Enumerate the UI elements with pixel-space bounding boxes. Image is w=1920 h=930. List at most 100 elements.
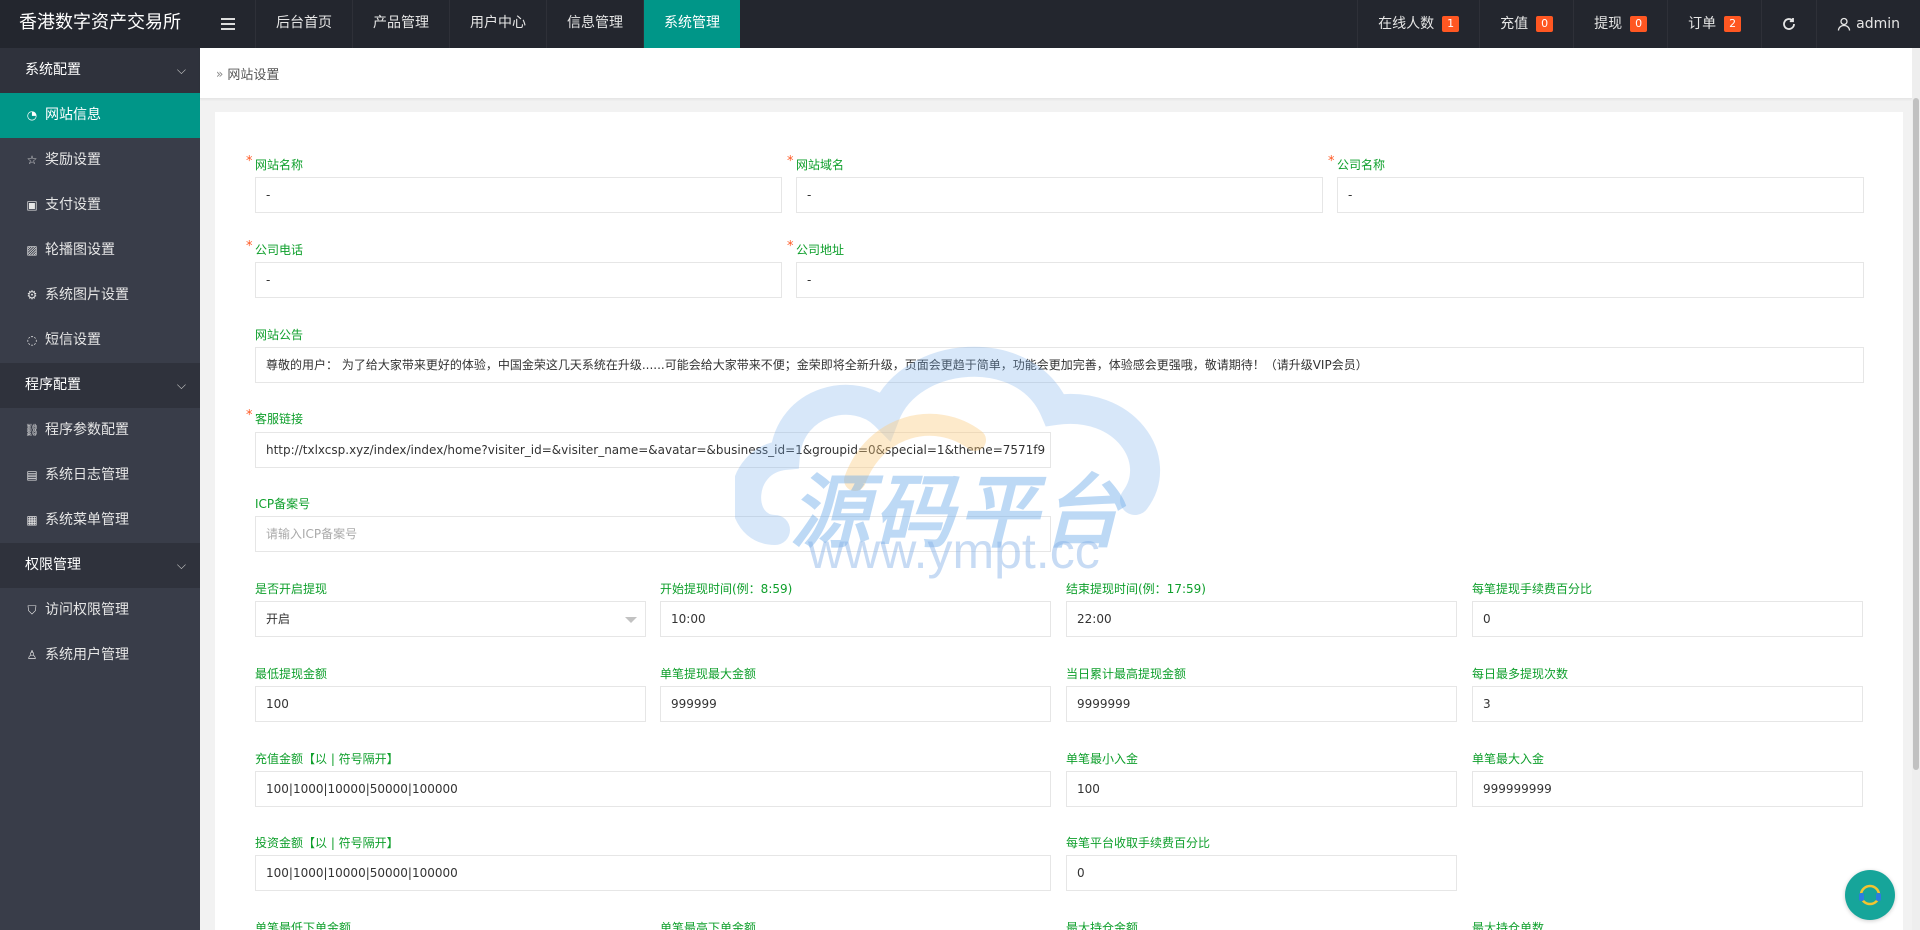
withdraw-enabled-label: 是否开启提现 xyxy=(255,582,328,596)
site-name-input[interactable]: - xyxy=(255,177,782,213)
menu-icon xyxy=(220,18,235,30)
sidebar-item-site-info[interactable]: ◔ 网站信息 xyxy=(0,93,200,138)
recharge-label: 充值 xyxy=(1500,16,1529,32)
nav-home[interactable]: 后台首页 xyxy=(255,0,352,48)
max-order-label: 单笔最高下单金额 xyxy=(660,921,757,930)
nav-products[interactable]: 产品管理 xyxy=(352,0,449,48)
refresh-icon xyxy=(1783,18,1796,30)
min-deposit-label: 单笔最小入金 xyxy=(1066,752,1139,766)
sidebar-item-system-users[interactable]: ♙ 系统用户管理 xyxy=(0,633,200,678)
sidebar-group-label: 程序配置 xyxy=(25,377,81,393)
orders-badge: 2 xyxy=(1724,16,1742,32)
sidebar-item-access-permission[interactable]: ⛉ 访问权限管理 xyxy=(0,588,200,633)
sidebar-item-label: 系统用户管理 xyxy=(45,647,129,663)
withdraw-label: 提现 xyxy=(1594,16,1623,32)
platform-fee-input[interactable]: 0 xyxy=(1066,855,1457,891)
max-withdraw-single-label: 单笔提现最大金额 xyxy=(660,667,757,681)
sidebar-item-sms[interactable]: ◌ 短信设置 xyxy=(0,318,200,363)
nav-system[interactable]: 系统管理 xyxy=(643,0,740,48)
min-deposit-input[interactable]: 100 xyxy=(1066,771,1457,807)
page-scrollbar[interactable] xyxy=(1912,48,1920,930)
withdraw-fee-label: 每笔提现手续费百分比 xyxy=(1472,582,1593,596)
sidebar-item-label: 访问权限管理 xyxy=(45,602,129,618)
icp-input[interactable]: 请输入ICP备案号 xyxy=(255,516,1051,552)
top-nav: 后台首页 产品管理 用户中心 信息管理 系统管理 xyxy=(255,0,740,48)
withdraw-button[interactable]: 提现 0 xyxy=(1573,0,1667,48)
site-name-label: * 网站名称 xyxy=(246,154,304,172)
service-link-input[interactable]: http://txlxcsp.xyz/index/index/home?visi… xyxy=(255,432,1051,468)
sidebar-item-payment[interactable]: ▣ 支付设置 xyxy=(0,183,200,228)
max-withdraw-times-input[interactable]: 3 xyxy=(1472,686,1863,722)
orders-label: 订单 xyxy=(1688,16,1717,32)
chevron-down-icon: ⌵ xyxy=(176,63,186,77)
message-icon: ◌ xyxy=(26,333,38,347)
sidebar-item-label: 系统日志管理 xyxy=(45,467,129,483)
sidebar: 系统配置 ⌵ ◔ 网站信息 ☆ 奖励设置 ▣ 支付设置 ▨ 轮播图设置 ⚙ 系统… xyxy=(0,48,200,930)
headset-icon xyxy=(1859,884,1881,906)
table-icon: ▦ xyxy=(26,513,38,527)
recharge-badge: 0 xyxy=(1536,16,1554,32)
shield-icon: ⛉ xyxy=(27,603,37,617)
company-address-input[interactable]: - xyxy=(796,262,1864,298)
scrollbar-thumb[interactable] xyxy=(1913,98,1919,770)
withdraw-end-label: 结束提现时间(例：17:59) xyxy=(1066,582,1206,596)
online-users-badge: 1 xyxy=(1442,16,1460,32)
platform-fee-label: 每笔平台收取手续费百分比 xyxy=(1066,836,1211,850)
star-icon: ☆ xyxy=(26,153,38,167)
recharge-amounts-input[interactable]: 100|1000|10000|50000|100000 xyxy=(255,771,1051,807)
withdraw-start-input[interactable]: 10:00 xyxy=(660,601,1051,637)
company-phone-input[interactable]: - xyxy=(255,262,782,298)
invest-amounts-input[interactable]: 100|1000|10000|50000|100000 xyxy=(255,855,1051,891)
sidebar-group-program-config[interactable]: 程序配置 ⌵ xyxy=(0,363,200,408)
site-domain-input[interactable]: - xyxy=(796,177,1323,213)
recharge-button[interactable]: 充值 0 xyxy=(1479,0,1573,48)
max-position-label: 最大持仓金额 xyxy=(1066,921,1139,930)
dashboard-icon: ◔ xyxy=(26,108,38,122)
online-users-button[interactable]: 在线人数 1 xyxy=(1357,0,1479,48)
company-name-input[interactable]: - xyxy=(1337,177,1864,213)
menu-toggle-button[interactable] xyxy=(200,0,255,48)
announcement-input[interactable]: 尊敬的用户： 为了给大家带来更好的体验，中国金荣这几天系统在升级......可能… xyxy=(255,347,1864,383)
sidebar-item-label: 程序参数配置 xyxy=(45,422,129,438)
withdraw-fee-input[interactable]: 0 xyxy=(1472,601,1863,637)
user-icon: ♙ xyxy=(26,648,38,662)
refresh-button[interactable] xyxy=(1761,0,1816,48)
chevron-down-icon: ⌵ xyxy=(176,378,186,392)
orders-button[interactable]: 订单 2 xyxy=(1667,0,1761,48)
sidebar-group-label: 系统配置 xyxy=(25,62,81,78)
chat-float-button[interactable] xyxy=(1845,870,1895,920)
site-domain-label: * 网站域名 xyxy=(787,154,845,172)
sidebar-item-label: 系统图片设置 xyxy=(45,287,129,303)
company-phone-label: * 公司电话 xyxy=(246,239,304,257)
sidebar-item-system-log[interactable]: ▤ 系统日志管理 xyxy=(0,453,200,498)
nav-users[interactable]: 用户中心 xyxy=(449,0,546,48)
max-withdraw-times-label: 每日最多提现次数 xyxy=(1472,667,1569,681)
chevron-down-icon: ⌵ xyxy=(176,558,186,572)
withdraw-start-label: 开始提现时间(例：8:59) xyxy=(660,582,793,596)
sidebar-item-reward[interactable]: ☆ 奖励设置 xyxy=(0,138,200,183)
sidebar-item-system-images[interactable]: ⚙ 系统图片设置 xyxy=(0,273,200,318)
nav-info[interactable]: 信息管理 xyxy=(546,0,643,48)
invest-amounts-label: 投资金额【以 | 符号隔开】 xyxy=(255,836,399,850)
sidebar-item-label: 支付设置 xyxy=(45,197,101,213)
withdraw-enabled-select[interactable]: 开启 xyxy=(255,601,646,637)
image-icon: ▨ xyxy=(26,243,38,257)
min-withdraw-input[interactable]: 100 xyxy=(255,686,646,722)
sidebar-item-carousel[interactable]: ▨ 轮播图设置 xyxy=(0,228,200,273)
min-withdraw-label: 最低提现金额 xyxy=(255,667,328,681)
withdraw-end-input[interactable]: 22:00 xyxy=(1066,601,1457,637)
sidebar-item-program-params[interactable]: ⛓ 程序参数配置 xyxy=(0,408,200,453)
sidebar-group-permission[interactable]: 权限管理 ⌵ xyxy=(0,543,200,588)
max-orders-label: 最大持仓单数 xyxy=(1472,921,1545,930)
max-deposit-input[interactable]: 999999999 xyxy=(1472,771,1863,807)
sidebar-group-system-config[interactable]: 系统配置 ⌵ xyxy=(0,48,200,93)
link-icon: ⛓ xyxy=(24,423,40,437)
breadcrumb-bar: » 网站设置 xyxy=(200,48,1912,99)
max-withdraw-daily-input[interactable]: 9999999 xyxy=(1066,686,1457,722)
max-withdraw-single-input[interactable]: 999999 xyxy=(660,686,1051,722)
sidebar-item-system-menu[interactable]: ▦ 系统菜单管理 xyxy=(0,498,200,543)
company-name-label: * 公司名称 xyxy=(1328,154,1386,172)
announcement-label: 网站公告 xyxy=(255,328,304,342)
top-header: 香港数字资产交易所 后台首页 产品管理 用户中心 信息管理 系统管理 在线人数 … xyxy=(0,0,1920,48)
user-menu[interactable]: admin xyxy=(1816,0,1920,48)
